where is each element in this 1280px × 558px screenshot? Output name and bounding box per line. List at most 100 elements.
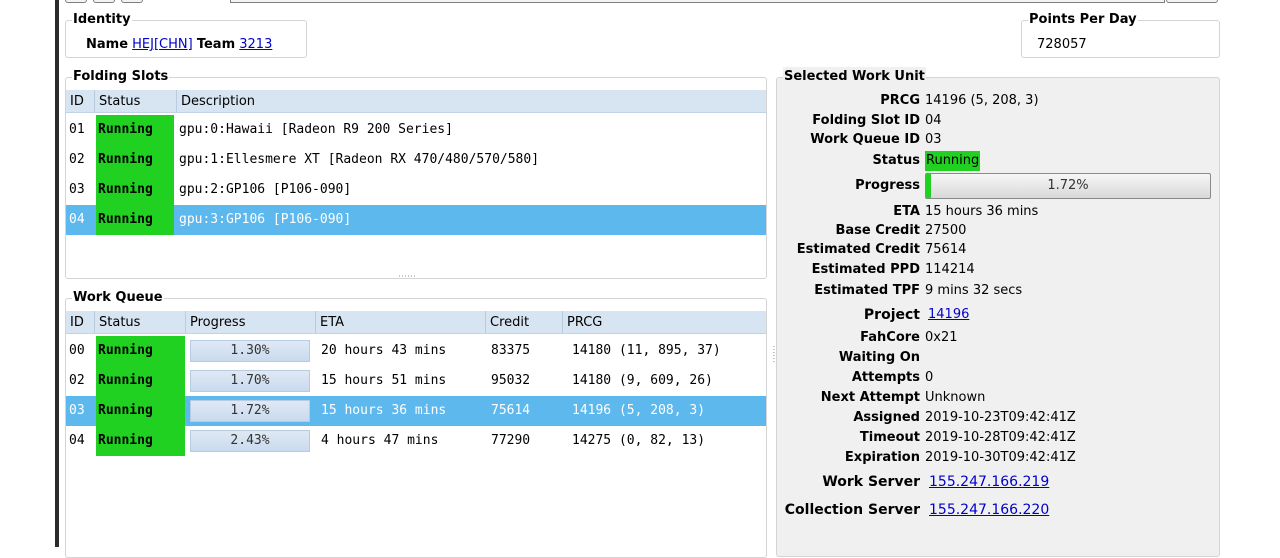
project-value: 14196	[928, 305, 969, 325]
queue-prcg: 14180 (9, 609, 26)	[572, 373, 713, 388]
collection-server-label-row: Collection Server	[777, 500, 920, 520]
work-queue-id-value: 03	[925, 132, 942, 147]
project-link[interactable]: 14196	[928, 307, 969, 322]
expiration-label: Expiration	[844, 450, 920, 465]
window-left-edge	[55, 0, 59, 547]
slot-row[interactable]: 04 Running gpu:3:GP106 [P106-090]	[66, 205, 766, 235]
team-link[interactable]: 3213	[239, 37, 272, 52]
slot-description: gpu:0:Hawaii [Radeon R9 200 Series]	[179, 122, 453, 137]
work-queue-header: ID Status Progress ETA Credit PRCG	[66, 311, 766, 334]
folding-slots-group: Folding Slots ID Status Description 01 Ru…	[65, 67, 767, 282]
queue-progress-bar: 1.70%	[190, 370, 310, 392]
selected-work-unit-group: Selected Work Unit PRCG 14196 (5, 208, 3)…	[776, 67, 1220, 557]
collection-server-link[interactable]: 155.247.166.220	[929, 502, 1049, 518]
slot-id: 03	[69, 182, 85, 197]
col-progress[interactable]: Progress	[185, 311, 315, 334]
col-prcg[interactable]: PRCG	[562, 311, 766, 334]
col-id[interactable]: ID	[66, 311, 94, 334]
eta-label: ETA	[893, 204, 920, 219]
slot-id: 04	[69, 212, 85, 227]
estimated-credit-label: Estimated Credit	[796, 242, 920, 257]
assigned-label: Assigned	[853, 410, 920, 425]
estimated-tpf-label-row: Estimated TPF	[777, 281, 920, 301]
status-label: Status	[872, 153, 920, 168]
name-label: Name	[86, 37, 129, 52]
prcg-label: PRCG	[880, 93, 920, 108]
folding-slot-id-value: 04	[925, 113, 942, 128]
queue-progress-bar: 1.72%	[190, 400, 310, 422]
slot-status-badge: Running	[96, 175, 174, 205]
collection-server-label: Collection Server	[784, 502, 920, 518]
col-description[interactable]: Description	[176, 90, 766, 113]
progress-text: 1.72%	[1047, 178, 1089, 193]
queue-eta: 20 hours 43 mins	[321, 343, 447, 358]
queue-credit: 77290	[491, 433, 531, 448]
estimated-tpf-value: 9 mins 32 secs	[925, 283, 1023, 298]
project-label-row: Project	[777, 305, 920, 325]
queue-credit: 95032	[491, 373, 531, 388]
queue-status-badge: Running	[96, 396, 185, 426]
toolbar-field[interactable]	[230, 0, 1165, 3]
col-status[interactable]: Status	[94, 90, 176, 113]
slot-row[interactable]: 03 Running gpu:2:GP106 [P106-090]	[66, 175, 766, 205]
queue-row[interactable]: 04 Running 2.43% 4 hours 47 mins 77290 14275 …	[66, 426, 766, 456]
slot-status-badge: Running	[96, 145, 174, 175]
queue-status-badge: Running	[96, 426, 185, 456]
folding-slot-id-label: Folding Slot ID	[812, 113, 920, 128]
identity-line: Name HEJ[CHN] Team 3213	[86, 35, 272, 55]
next-attempt-value: Unknown	[925, 390, 986, 405]
identity-group: Identity Name HEJ[CHN] Team 3213	[65, 10, 307, 58]
ppd-value: 728057	[1037, 37, 1087, 52]
slot-id: 01	[69, 122, 85, 137]
col-credit[interactable]: Credit	[485, 311, 562, 334]
next-attempt-label-row: Next Attempt	[777, 388, 920, 408]
timeout-label-row: Timeout	[777, 428, 920, 448]
next-attempt-label: Next Attempt	[820, 390, 920, 405]
queue-status-badge: Running	[96, 336, 185, 366]
slot-description: gpu:1:Ellesmere XT [Radeon RX 470/480/57…	[179, 152, 540, 167]
estimated-ppd-label-row: Estimated PPD	[777, 260, 920, 280]
queue-credit: 75614	[491, 403, 531, 418]
slot-id: 02	[69, 152, 85, 167]
toolbar-button-1[interactable]	[65, 0, 87, 3]
work-queue-group: Work Queue ID Status Progress ETA Credit…	[65, 288, 767, 558]
team-label: Team	[196, 37, 236, 52]
toolbar-button-3[interactable]	[121, 0, 143, 3]
attempts-label: Attempts	[851, 370, 920, 385]
slot-row[interactable]: 02 Running gpu:1:Ellesmere XT [Radeon RX 4…	[66, 145, 766, 175]
toolbar-button-right[interactable]	[1166, 0, 1218, 3]
folding-slot-id-label-row: Folding Slot ID	[777, 111, 920, 131]
queue-row[interactable]: 00 Running 1.30% 20 hours 43 mins 83375 14180…	[66, 336, 766, 366]
queue-eta: 15 hours 36 mins	[321, 403, 447, 418]
identity-legend: Identity	[72, 10, 132, 30]
folding-slots-legend: Folding Slots	[72, 67, 170, 87]
base-credit-label-row: Base Credit	[777, 221, 920, 241]
queue-credit: 83375	[491, 343, 531, 358]
attempts-value: 0	[925, 370, 934, 385]
base-credit-label: Base Credit	[835, 223, 920, 238]
queue-id: 03	[69, 403, 85, 418]
slot-row[interactable]: 01 Running gpu:0:Hawaii [Radeon R9 200 Ser…	[66, 115, 766, 145]
queue-status-badge: Running	[96, 366, 185, 396]
col-status[interactable]: Status	[94, 311, 185, 334]
status-label-row: Status	[777, 151, 920, 171]
queue-row[interactable]: 03 Running 1.72% 15 hours 36 mins 75614 14196…	[66, 396, 766, 426]
queue-row[interactable]: 02 Running 1.70% 15 hours 51 mins 95032 14180…	[66, 366, 766, 396]
queue-prcg: 14196 (5, 208, 3)	[572, 403, 706, 418]
attempts-label-row: Attempts	[777, 368, 920, 388]
waiting-on-label-row: Waiting On	[777, 348, 920, 368]
estimated-ppd-label: Estimated PPD	[811, 262, 920, 277]
status-badge: Running	[925, 151, 981, 171]
prcg-label-row: PRCG	[777, 91, 920, 111]
estimated-ppd-value: 114214	[925, 262, 975, 277]
timeout-label: Timeout	[859, 430, 920, 445]
splitter-grip[interactable]: ⋯⋯	[398, 272, 416, 282]
ppd-group: Points Per Day 728057	[1021, 10, 1220, 58]
name-link[interactable]: HEJ[CHN]	[132, 37, 193, 52]
queue-id: 02	[69, 373, 85, 388]
col-id[interactable]: ID	[66, 90, 94, 113]
col-eta[interactable]: ETA	[315, 311, 485, 334]
toolbar-button-2[interactable]	[93, 0, 115, 3]
queue-progress-bar: 1.30%	[190, 340, 310, 362]
work-server-link[interactable]: 155.247.166.219	[929, 474, 1049, 490]
